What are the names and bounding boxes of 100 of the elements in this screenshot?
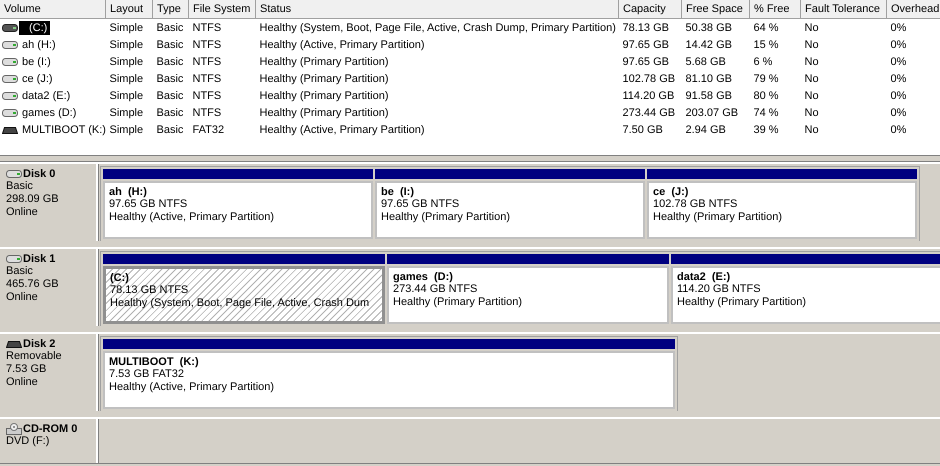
table-cell: 102.78 GB	[622, 72, 676, 84]
table-cell: 0%	[890, 106, 906, 118]
table-cell: Basic	[156, 124, 184, 136]
table-cell: 64 %	[754, 22, 779, 34]
table-cell: 78.13 GB	[622, 22, 669, 34]
table-cell: 2.94 GB	[686, 124, 726, 136]
table-cell: No	[804, 72, 819, 84]
column-header[interactable]: Layout	[106, 0, 152, 18]
disk-detail: Online	[6, 291, 39, 304]
partition-status: Healthy (Active, Primary Partition)	[109, 381, 276, 394]
partition-size: 102.78 GB NTFS	[653, 198, 738, 211]
partition-box[interactable]: data2 (E:) 114.20 GB NTFS Healthy (Primary Partition)	[671, 266, 940, 324]
table-cell: Simple	[110, 106, 144, 118]
disk-name: Disk 2	[23, 338, 56, 350]
table-cell: Simple	[110, 90, 144, 102]
table-cell: 273.44 GB	[622, 106, 676, 118]
disk-name: Disk 1	[23, 253, 56, 265]
table-cell: 0%	[890, 72, 906, 84]
drive-icon	[2, 106, 18, 118]
drive-icon	[2, 22, 18, 34]
table-cell: Basic	[156, 106, 184, 118]
table-cell: Basic	[156, 72, 184, 84]
drive-name[interactable]: (C:)	[19, 20, 50, 34]
disk-detail: 465.76 GB	[6, 278, 60, 291]
table-cell: NTFS	[192, 22, 222, 34]
drive-name[interactable]: games (D:)	[19, 106, 80, 120]
disk-detail: 7.53 GB	[6, 363, 48, 376]
partition-status: Healthy (Primary Partition)	[393, 296, 523, 309]
partition-box[interactable]: MULTIBOOT (K:) 7.53 GB FAT32 Healthy (Active, Primary Partition)	[103, 351, 675, 409]
table-cell: 0%	[890, 124, 906, 136]
column-header[interactable]: File System	[188, 0, 256, 18]
table-cell: 0%	[890, 38, 906, 50]
table-cell: Simple	[110, 72, 144, 84]
drive-icon	[2, 72, 18, 84]
partition-name: be (I:)	[381, 186, 415, 198]
disk-name: CD-ROM 0	[23, 423, 78, 435]
partition-box[interactable]: ce (J:) 102.78 GB NTFS Healthy (Primary Partition)	[647, 181, 917, 239]
column-header[interactable]: % Free	[750, 0, 800, 18]
table-cell: 50.38 GB	[686, 22, 732, 34]
table-cell: Basic	[156, 56, 184, 68]
table-cell: Basic	[156, 38, 184, 50]
splitter-bar[interactable]	[0, 155, 940, 162]
table-cell: 0%	[890, 56, 906, 68]
table-cell: 0%	[890, 90, 906, 102]
partition-box[interactable]: (C:) 78.13 GB NTFS Healthy (System, Boot, Page File, Active, Crash Dum	[103, 266, 385, 324]
table-cell: 79 %	[754, 72, 779, 84]
table-cell: Simple	[110, 56, 144, 68]
table-cell: Healthy (Active, Primary Partition)	[260, 38, 425, 50]
drive-name[interactable]: ah (H:)	[19, 38, 59, 52]
disk-detail: Online	[6, 206, 39, 219]
table-cell: 0%	[890, 22, 906, 34]
column-header[interactable]: Overhead	[886, 0, 940, 18]
column-header[interactable]: Free Space	[682, 0, 750, 18]
column-header[interactable]: Volume	[0, 0, 106, 18]
table-cell: NTFS	[192, 106, 222, 118]
column-header[interactable]: Fault Tolerance	[800, 0, 886, 18]
partition-name: ah (H:)	[109, 186, 148, 198]
table-cell: No	[804, 124, 819, 136]
drive-icon	[6, 253, 22, 265]
partition-status: Healthy (System, Boot, Page File, Active, Crash Dum	[110, 297, 370, 310]
table-cell: NTFS	[192, 90, 222, 102]
drive-icon	[6, 168, 22, 180]
table-cell: 81.10 GB	[686, 72, 732, 84]
partition-size: 97.65 GB NTFS	[109, 198, 188, 211]
table-cell: Basic	[156, 90, 184, 102]
partition-status: Healthy (Active, Primary Partition)	[109, 211, 276, 224]
column-header[interactable]: Status	[256, 0, 618, 18]
table-cell: No	[804, 22, 819, 34]
drive-name[interactable]: ce (J:)	[19, 72, 56, 86]
partition-box[interactable]: games (D:) 273.44 GB NTFS Healthy (Primary Partition)	[387, 266, 669, 324]
drive-name[interactable]: data2 (E:)	[19, 88, 74, 102]
table-cell: Healthy (Primary Partition)	[260, 72, 388, 84]
disk-detail: 298.09 GB	[6, 193, 60, 206]
drive-name[interactable]: MULTIBOOT (K:)	[19, 122, 106, 136]
table-cell: NTFS	[192, 38, 222, 50]
column-header[interactable]: Capacity	[618, 0, 682, 18]
table-cell: 97.65 GB	[622, 56, 669, 68]
partition-size: 97.65 GB NTFS	[381, 198, 460, 211]
drive-name[interactable]: be (I:)	[19, 54, 54, 68]
table-cell: 7.50 GB	[622, 124, 663, 136]
table-cell: 91.58 GB	[686, 90, 732, 102]
disk-detail: Basic	[6, 265, 34, 278]
drive-icon	[6, 338, 22, 350]
partition-size: 78.13 GB NTFS	[110, 284, 190, 297]
table-cell: 97.65 GB	[622, 38, 669, 50]
table-cell: 6 %	[754, 56, 772, 68]
table-cell: Simple	[110, 38, 144, 50]
table-cell: No	[804, 56, 819, 68]
table-cell: 203.07 GB	[686, 106, 738, 118]
partition-box[interactable]: ah (H:) 97.65 GB NTFS Healthy (Active, Primary Partition)	[103, 181, 373, 239]
table-cell: 39 %	[754, 124, 779, 136]
partition-name: games (D:)	[393, 271, 454, 283]
drive-icon	[2, 90, 18, 102]
table-cell: No	[804, 38, 819, 50]
table-cell: 80 %	[754, 90, 779, 102]
partition-box[interactable]: be (I:) 97.65 GB NTFS Healthy (Primary Partition)	[375, 181, 645, 239]
column-header[interactable]: Type	[152, 0, 188, 18]
partition-status: Healthy (Primary Partition)	[677, 296, 807, 309]
table-cell: 14.42 GB	[686, 38, 732, 50]
table-cell: Basic	[156, 22, 184, 34]
